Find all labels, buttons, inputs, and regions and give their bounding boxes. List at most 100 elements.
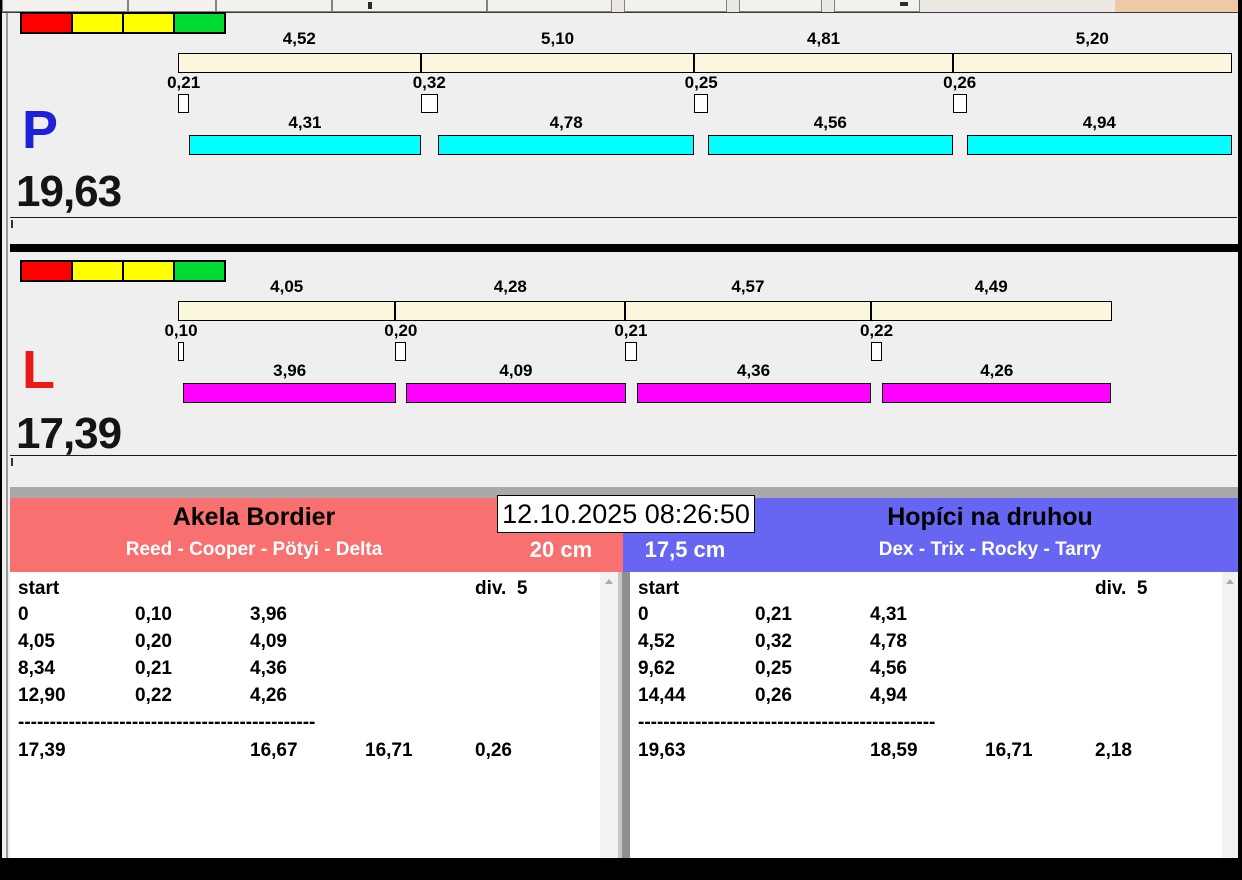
- team-name: Akela Bordier: [172, 503, 336, 531]
- run-time-label: 4,09: [499, 361, 533, 380]
- scroll-up-icon[interactable]: [1226, 579, 1234, 584]
- table-cell: 4,56: [870, 658, 907, 679]
- table-header-row: start div. 5: [630, 576, 1222, 602]
- scrollbar[interactable]: [600, 572, 618, 858]
- changeover-box: [694, 94, 708, 113]
- split-time-label: 4,57: [731, 277, 765, 296]
- changeover-box: [395, 342, 407, 361]
- split-bar-segment: [870, 301, 1112, 321]
- table-cell: 19,63: [638, 740, 686, 761]
- lane-divider-line: [10, 455, 1237, 456]
- scroll-up-icon[interactable]: [605, 579, 613, 584]
- toolbar-button[interactable]: [332, 0, 487, 12]
- run-time-label: 4,31: [288, 113, 322, 132]
- toolbar-button[interactable]: [739, 0, 822, 12]
- toolbar-button[interactable]: [216, 0, 332, 12]
- lane-divider-line: [10, 217, 1237, 218]
- lane-panel-p: 4,52 0,21 4,31 5,10 0,32 4,78 4,81 0,25 4,56 5,20…: [10, 12, 1237, 244]
- leg-row: 8,34 0,21 4,36: [10, 656, 600, 682]
- table-cell: 0,26: [475, 740, 512, 761]
- changeover-time-label: 0,21: [614, 321, 648, 340]
- leg-row: 4,52 0,32 4,78: [630, 629, 1222, 655]
- table-cell: 4,05: [18, 631, 55, 652]
- flyball-timing-screen: 4,52 0,21 4,31 5,10 0,32 4,78 4,81 0,25 4,56 5,20…: [0, 0, 1242, 880]
- table-cell: 0: [638, 604, 649, 625]
- totals-row: 17,39 16,67 16,71 0,26: [10, 738, 600, 764]
- leg-row: 9,62 0,25 4,56: [630, 656, 1222, 682]
- split-bar-segment: [952, 53, 1232, 73]
- toolbar: [2, 0, 1115, 12]
- table-cell: 9,62: [638, 658, 675, 679]
- traffic-light-cell: [71, 260, 124, 282]
- traffic-light-cell: [20, 12, 73, 34]
- run-bar-segment: [707, 135, 953, 155]
- split-bar-segment: [420, 53, 695, 73]
- changeover-box: [178, 342, 184, 361]
- lanes-divider: [10, 244, 1238, 252]
- run-time-label: 4,36: [736, 361, 771, 380]
- changeover-box: [870, 342, 883, 361]
- split-time-label: 4,05: [270, 277, 304, 296]
- run-bar-segment: [966, 135, 1232, 155]
- toolbar-button-caption-fragment: [900, 2, 908, 6]
- run-bar-segment: [636, 383, 871, 403]
- division-label: div. 5: [475, 578, 528, 599]
- table-cell: 0,25: [755, 658, 792, 679]
- table-cell: 0,22: [135, 685, 172, 706]
- start-label: start: [638, 578, 680, 599]
- split-time-label: 4,28: [493, 277, 527, 296]
- table-cell: ----------------------------------------…: [18, 712, 316, 733]
- run-time-label: 3,96: [273, 361, 307, 380]
- lane-letter: L: [22, 340, 55, 400]
- leg-row: 14,44 0,26 4,94: [630, 683, 1222, 709]
- split-bar-segment: [395, 301, 626, 321]
- lane-panel-l: 4,05 0,10 3,96 4,28 0,20 4,09 4,57 0,21 4,36 4,49…: [10, 252, 1237, 487]
- table-cell: 0,21: [135, 658, 172, 679]
- split-bar-segment: [694, 53, 953, 73]
- lane-total-time: 17,39: [16, 409, 122, 458]
- table-cell: 4,36: [250, 658, 287, 679]
- toolbar-button[interactable]: [128, 0, 216, 12]
- team-dogs: Dex - Trix - Rocky - Tarry: [878, 539, 1102, 560]
- run-bar-segment: [437, 135, 695, 155]
- run-bar-segment: [406, 383, 626, 403]
- table-cell: 16,71: [365, 740, 413, 761]
- run-time-label: 4,78: [549, 113, 583, 132]
- split-time-label: 4,49: [974, 277, 1008, 296]
- table-cell: 12,90: [18, 685, 66, 706]
- split-bar-segment: [178, 53, 421, 73]
- team-name: Hopíci na druhou: [887, 503, 1093, 531]
- table-cell: 0,26: [755, 685, 792, 706]
- jump-height-label: 17,5 cm: [644, 537, 726, 562]
- results-list-left[interactable]: start div. 5 0 0,10 3,96 4,05 0,20 4,09 8,34 0,…: [10, 572, 600, 858]
- leg-row: 12,90 0,22 4,26: [10, 683, 600, 709]
- team-dogs: Reed - Cooper - Pötyi - Delta: [125, 539, 383, 560]
- changeover-box: [952, 94, 967, 113]
- lane-tick-mark: [11, 458, 13, 466]
- changeover-time-label: 0,22: [859, 321, 894, 340]
- split-time-label: 4,81: [807, 29, 841, 48]
- table-cell: 0: [18, 604, 29, 625]
- changeover-time-label: 0,26: [943, 73, 977, 92]
- changeover-time-label: 0,21: [167, 73, 201, 92]
- run-bar-segment: [882, 383, 1112, 403]
- results-list-right[interactable]: start div. 5 0 0,21 4,31 4,52 0,32 4,78 9,62 0,…: [630, 572, 1222, 858]
- tables-divider: [618, 572, 630, 858]
- leg-row: 0 0,10 3,96: [10, 602, 600, 628]
- table-cell: 4,78: [870, 631, 907, 652]
- toolbar-button[interactable]: [2, 0, 128, 12]
- toolbar-button[interactable]: [487, 0, 612, 12]
- toolbar-button[interactable]: [624, 0, 727, 12]
- scrollbar[interactable]: [1222, 572, 1238, 858]
- separator-row: ----------------------------------------…: [10, 710, 600, 736]
- separator-row: ----------------------------------------…: [630, 710, 1222, 736]
- table-cell: 4,31: [870, 604, 907, 625]
- window-left-border: [0, 0, 2, 880]
- split-bar-segment: [178, 301, 396, 321]
- run-time-label: 4,26: [980, 361, 1014, 380]
- table-cell: 3,96: [250, 604, 287, 625]
- run-bar-segment: [189, 135, 421, 155]
- changeover-time-label: 0,20: [384, 321, 418, 340]
- window-background-strip: [1115, 0, 1238, 12]
- traffic-light-cell: [20, 260, 73, 282]
